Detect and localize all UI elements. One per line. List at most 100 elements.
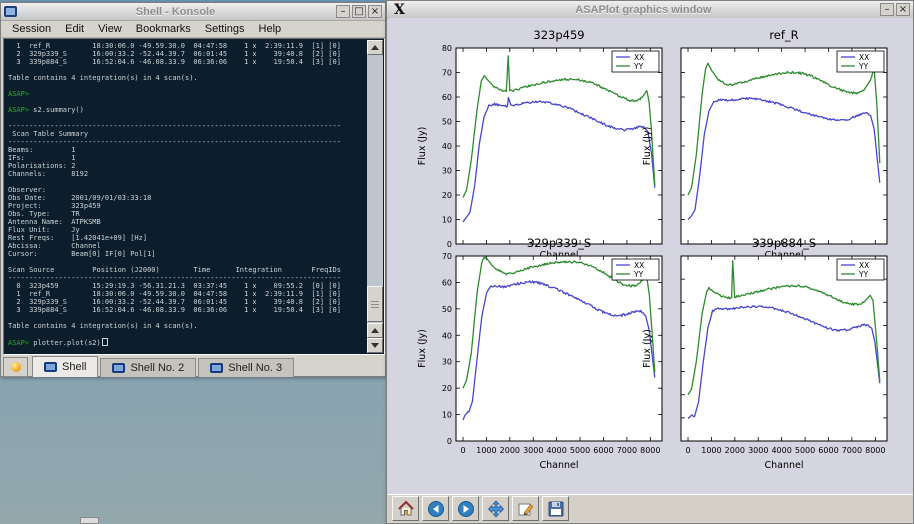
terminal-line: Project: 323p459 — [8, 202, 367, 210]
svg-text:0: 0 — [460, 446, 465, 455]
svg-text:10: 10 — [442, 411, 452, 420]
save-icon — [547, 500, 565, 518]
maximize-button[interactable]: □ — [352, 5, 366, 18]
pan-button[interactable] — [482, 496, 509, 521]
terminal-line: Table contains 4 integration(s) in 4 sca… — [8, 322, 367, 330]
scroll-up-button[interactable] — [367, 40, 383, 55]
svg-text:Channel: Channel — [539, 460, 578, 471]
konsole-tabbar: Shell Shell No. 2 Shell No. 3 — [3, 356, 383, 377]
terminal-cursor — [102, 338, 108, 346]
terminal-monitor-icon — [210, 363, 223, 373]
terminal-line: Scan Table Summary — [8, 130, 367, 138]
svg-text:10: 10 — [442, 216, 452, 225]
terminal-line: ASAP> plotter.plot(s2) — [8, 338, 367, 347]
close-button[interactable]: × — [368, 5, 382, 18]
tab-shell[interactable]: Shell — [32, 356, 98, 377]
terminal-line: 3 339p884_S 16:52:04.6 -46.08.33.9 06:36… — [8, 58, 367, 66]
close-button[interactable]: × — [896, 3, 910, 16]
scroll-up-button-2[interactable] — [367, 323, 383, 338]
svg-text:XX: XX — [859, 53, 869, 62]
terminal-line — [8, 114, 367, 122]
svg-text:7000: 7000 — [617, 446, 637, 455]
terminal-line: Observer: — [8, 186, 367, 194]
terminal-line: Scan Source Position (J2000) Time Integr… — [8, 266, 367, 274]
svg-text:2000: 2000 — [500, 446, 520, 455]
terminal-line: 3 339p884_S 16:52:04.6 -46.08.33.9 06:36… — [8, 306, 367, 314]
svg-text:Flux (Jy): Flux (Jy) — [417, 329, 428, 368]
desktop: { "colors": { "desktop_top": "#6d98b6", … — [0, 0, 914, 524]
terminal-line — [8, 66, 367, 74]
svg-text:30: 30 — [442, 358, 452, 367]
svg-text:4000: 4000 — [771, 446, 791, 455]
x11-logo-icon: X — [394, 2, 405, 18]
terminal-line: Rest Freqs: [1.42041e+09] [Hz] — [8, 234, 367, 242]
terminal-line: 0 323p459 15:29:19.3 -56.31.21.3 03:37:4… — [8, 282, 367, 290]
forward-icon — [457, 500, 475, 518]
back-button[interactable] — [422, 496, 449, 521]
svg-text:329p339_S: 329p339_S — [527, 236, 591, 250]
terminal-line: Antenna Name: ATPKSMB — [8, 218, 367, 226]
menu-settings[interactable]: Settings — [198, 22, 252, 36]
svg-text:70: 70 — [442, 252, 452, 261]
menu-session[interactable]: Session — [5, 22, 58, 36]
svg-text:40: 40 — [442, 142, 452, 151]
forward-button[interactable] — [452, 496, 479, 521]
subplot-339p884_S[interactable]: 010002000300040005000600070008000XXYY339… — [636, 231, 902, 479]
minimize-button[interactable]: – — [880, 3, 894, 16]
terminal-line — [8, 82, 367, 90]
home-icon — [397, 500, 415, 518]
svg-text:Flux (Jy): Flux (Jy) — [417, 127, 428, 166]
svg-text:6000: 6000 — [593, 446, 613, 455]
terminal-line — [8, 98, 367, 106]
scroll-up-icon — [371, 328, 379, 333]
menu-help[interactable]: Help — [252, 22, 289, 36]
menu-edit[interactable]: Edit — [58, 22, 91, 36]
svg-text:7000: 7000 — [842, 446, 862, 455]
asaplot-titlebar[interactable]: X ASAPlot graphics window –× — [387, 1, 913, 19]
terminal-line — [8, 178, 367, 186]
terminal-line: Table contains 4 integration(s) in 4 sca… — [8, 74, 367, 82]
svg-text:ref_R: ref_R — [769, 28, 798, 42]
svg-text:30: 30 — [442, 167, 452, 176]
taskbar-peek — [80, 517, 99, 524]
back-icon — [427, 500, 445, 518]
save-button[interactable] — [542, 496, 569, 521]
minimize-button[interactable]: – — [336, 5, 350, 18]
svg-text:YY: YY — [858, 62, 869, 71]
tab-label: Shell — [62, 361, 86, 373]
svg-text:YY: YY — [858, 270, 869, 279]
scrollbar-thumb[interactable] — [367, 286, 383, 322]
subplots-button[interactable] — [512, 496, 539, 521]
konsole-window-title: Shell - Konsole — [17, 6, 334, 18]
svg-text:6000: 6000 — [818, 446, 838, 455]
menu-bookmarks[interactable]: Bookmarks — [129, 22, 198, 36]
home-button[interactable] — [392, 496, 419, 521]
menu-view[interactable]: View — [91, 22, 129, 36]
terminal-scrollbar[interactable] — [367, 40, 383, 353]
plot-canvas: 01020304050607080XXYY323p459ChannelFlux … — [388, 18, 913, 496]
tab-shell-no-2[interactable]: Shell No. 2 — [100, 358, 196, 377]
new-session-button[interactable] — [3, 357, 28, 377]
new-session-icon — [11, 362, 21, 372]
svg-text:0: 0 — [447, 437, 452, 446]
konsole-titlebar[interactable]: Shell - Konsole –□× — [1, 3, 385, 21]
scroll-down-button[interactable] — [367, 338, 383, 353]
terminal-line: Flux Unit: Jy — [8, 226, 367, 234]
asaplot-window-title: ASAPlot graphics window — [409, 4, 878, 16]
terminal-line: IFs: 1 — [8, 154, 367, 162]
tab-label: Shell No. 2 — [130, 362, 184, 374]
terminal-line: ----------------------------------------… — [8, 138, 367, 146]
terminal-line: ASAP> s2.summary() — [8, 106, 367, 114]
tab-shell-no-3[interactable]: Shell No. 3 — [198, 358, 294, 377]
terminal-output[interactable]: 1 ref_R 18:30:06.0 -49.59.30.0 04:47:58 … — [5, 40, 367, 353]
konsole-app-icon — [4, 6, 17, 17]
subplots-icon — [517, 500, 535, 518]
svg-text:20: 20 — [442, 384, 452, 393]
terminal-line: Beams: 1 — [8, 146, 367, 154]
svg-text:4000: 4000 — [546, 446, 566, 455]
terminal-line: 2 329p339_S 16:00:33.2 -52.44.39.7 06:01… — [8, 298, 367, 306]
asaplot-window: X ASAPlot graphics window –× 01020304050… — [386, 0, 914, 524]
asaplot-titlebar-buttons: –× — [878, 3, 910, 16]
svg-text:323p459: 323p459 — [533, 28, 584, 42]
terminal-line — [8, 314, 367, 322]
